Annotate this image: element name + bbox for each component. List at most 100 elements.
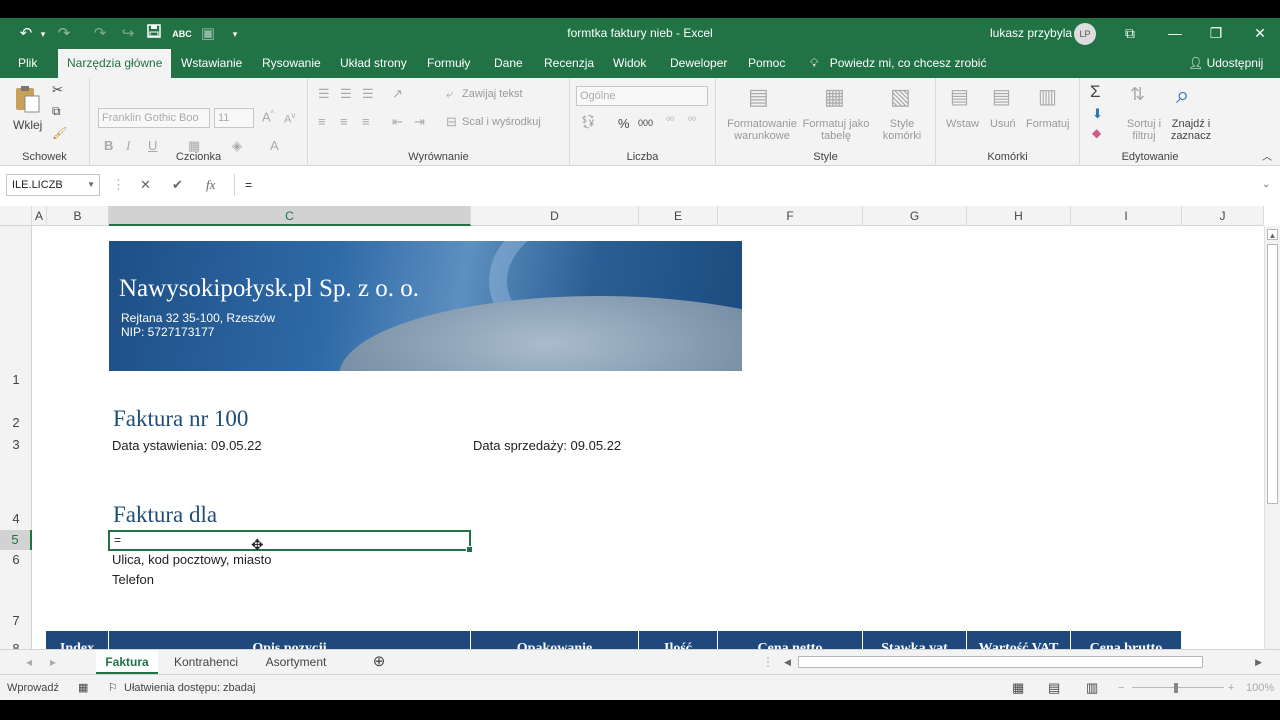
align-middle-icon[interactable]: ☰ [340,86,352,102]
table-header-gross-price[interactable]: Cena brutto [1071,631,1181,649]
wrap-text-button[interactable]: Zawijaj tekst [462,88,523,100]
format-as-table-icon[interactable]: ▦ [824,84,845,110]
sheet-tab-asortyment[interactable]: Asortyment [254,650,338,674]
scroll-left-icon[interactable]: ◀ [784,655,791,670]
table-header-vat-value[interactable]: Wartość VAT [967,631,1071,649]
select-all-corner[interactable] [0,206,32,226]
row-header[interactable]: 7 [0,613,32,628]
phone-cell[interactable]: Telefon [112,572,154,587]
formula-input[interactable]: = [234,174,1276,196]
tab-developer[interactable]: Deweloper [661,49,736,78]
macro-record-icon[interactable]: ▦ [78,675,88,700]
tab-view[interactable]: Widok [604,49,655,78]
row-header[interactable]: 5 [0,530,32,550]
orientation-icon[interactable]: ↗ [392,86,403,102]
paste-button[interactable]: Wklej [13,118,42,132]
worksheet[interactable]: Nawysokipołysk.pl Sp. z o. o. Rejtana 32… [33,226,1264,649]
accounting-icon[interactable]: 💱︎ [580,114,597,130]
add-sheet-icon[interactable]: ⊕ [368,650,390,674]
column-header[interactable]: G [863,206,967,226]
align-top-icon[interactable]: ☰ [318,86,330,102]
insert-cells-icon[interactable]: ▤ [950,84,969,109]
prev-sheet-icon[interactable]: ◂ [22,650,36,674]
tab-data[interactable]: Dane [485,49,532,78]
format-cells-icon[interactable]: ▥ [1038,84,1057,109]
tell-me-search[interactable]: 💡︎ Powiedz mi, co chcesz zrobić [810,49,986,78]
format-as-table-button[interactable]: Formatuj jako tabelę [800,118,872,142]
table-header-packaging[interactable]: Opakowanie [471,631,639,649]
tab-page-layout[interactable]: Układ strony [331,49,416,78]
column-header[interactable]: H [967,206,1071,226]
increase-decimal-icon[interactable]: ⁰⁰ [666,116,674,127]
horizontal-scrollbar[interactable]: ◀ ▶ [784,655,1262,670]
tab-formulas[interactable]: Formuły [418,49,479,78]
ribbon-display-icon[interactable]: ⧉ [1110,18,1150,49]
zoom-level[interactable]: 100% [1246,675,1274,700]
column-header[interactable]: F [718,206,863,226]
street-cell[interactable]: Ulica, kod pocztowy, miasto [112,552,271,567]
page-layout-view-icon[interactable]: ▤ [1048,675,1060,700]
clear-icon[interactable]: ◆ [1092,126,1101,140]
row-header[interactable]: 4 [0,511,32,526]
align-bottom-icon[interactable]: ☰ [362,86,374,102]
minimize-icon[interactable]: — [1155,18,1195,49]
find-select-icon[interactable]: ⌕ [1176,82,1189,110]
sale-date[interactable]: Data sprzedaży: 09.05.22 [473,438,621,453]
align-left-icon[interactable]: ≡ [318,114,326,129]
cancel-entry-icon[interactable]: ✕ [140,174,151,196]
conditional-format-icon[interactable]: ▤ [748,84,769,110]
zoom-slider[interactable] [1132,687,1224,688]
cell-styles-icon[interactable]: ▧ [890,84,911,110]
increase-indent-icon[interactable]: ⇥ [414,114,425,130]
vertical-scrollbar[interactable]: ▲ ▼ [1264,226,1280,667]
zoom-in-icon[interactable]: + [1228,675,1234,700]
align-right-icon[interactable]: ≡ [362,114,370,129]
row-header[interactable]: 3 [0,437,32,452]
font-name-select[interactable]: Franklin Gothic Boo [98,108,210,128]
row-header[interactable]: 2 [0,415,32,430]
avatar[interactable]: LP [1074,23,1096,45]
table-header-vat-rate[interactable]: Stawka vat [863,631,967,649]
issue-date[interactable]: Data ystawienia: 09.05.22 [112,438,262,453]
table-header-quantity[interactable]: Ilość [639,631,718,649]
sort-filter-button[interactable]: Sortuj i filtruj [1124,118,1164,142]
format-painter-icon[interactable]: 🖌︎ [52,126,67,140]
sort-filter-icon[interactable]: ⇅ [1130,84,1145,105]
delete-cells-icon[interactable]: ▤ [992,84,1011,109]
user-name[interactable]: lukasz przybyla [990,18,1072,49]
fill-icon[interactable]: ⬇ [1092,106,1103,122]
tab-splitter-icon[interactable]: ⋮ [762,650,774,674]
scroll-right-icon[interactable]: ▶ [1255,655,1262,670]
merge-center-button[interactable]: Scal i wyśrodkuj [462,116,541,128]
next-sheet-icon[interactable]: ▸ [46,650,60,674]
column-header[interactable]: E [639,206,718,226]
align-center-icon[interactable]: ≡ [340,114,348,129]
tab-help[interactable]: Pomoc [739,49,794,78]
number-format-select[interactable]: Ogólne [576,86,708,106]
column-header[interactable]: D [471,206,639,226]
name-box[interactable]: ILE.LICZB ▼ [6,174,100,196]
row-header[interactable]: 6 [0,552,32,567]
cell-styles-button[interactable]: Style komórki [874,118,930,142]
active-cell-c5[interactable]: = [108,530,473,553]
expand-formula-bar-icon[interactable]: ⌄ [1262,174,1270,196]
table-header-index[interactable]: Index [46,631,109,649]
confirm-entry-icon[interactable]: ✔ [172,174,183,196]
sheet-tab-faktura[interactable]: Faktura [96,650,158,674]
decrease-font-icon[interactable]: Av [284,111,295,126]
vertical-scroll-thumb[interactable] [1267,244,1278,504]
tab-home[interactable]: Narzędzia główne [58,49,172,78]
table-header-description[interactable]: Opis pozycji [109,631,471,649]
insert-function-icon[interactable]: fx [206,174,215,196]
column-header[interactable]: J [1182,206,1264,226]
thousands-button[interactable]: 000 [638,118,653,128]
insert-cells-button[interactable]: Wstaw [946,118,979,130]
column-header[interactable]: B [47,206,109,226]
format-cells-button[interactable]: Formatuj [1026,118,1069,130]
row-header[interactable]: 1 [0,372,32,387]
accessibility-icon[interactable]: ⚐ [108,675,118,700]
find-select-button[interactable]: Znajdź i zaznacz [1168,118,1214,142]
scroll-up-icon[interactable]: ▲ [1267,229,1278,240]
merge-icon[interactable]: ⊟ [446,114,457,130]
share-button[interactable]: 👤︎ Udostępnij [1188,49,1263,78]
